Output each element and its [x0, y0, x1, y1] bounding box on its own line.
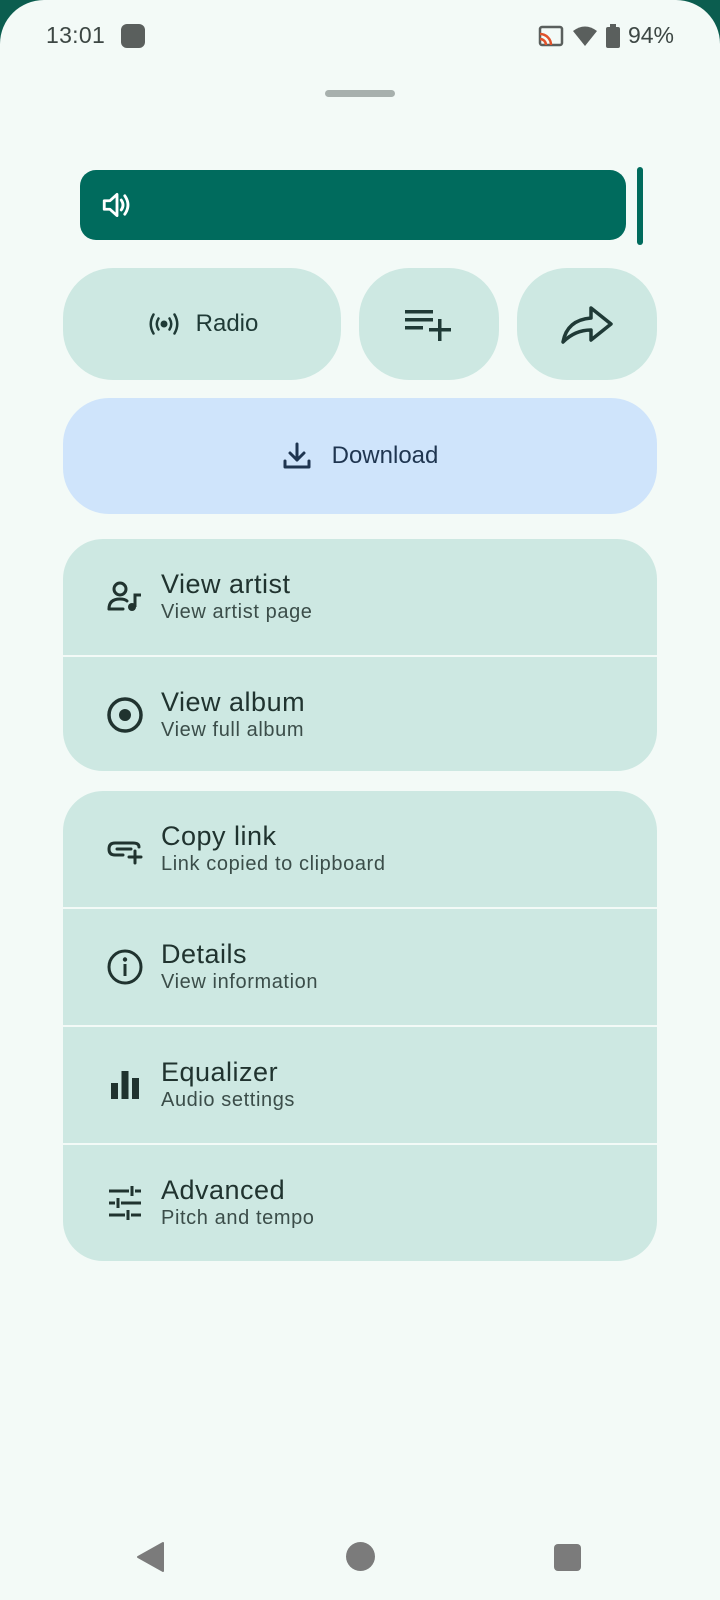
advanced-title: Advanced	[161, 1175, 286, 1205]
tune-icon	[109, 1186, 141, 1220]
radio-label: Radio	[195, 310, 259, 337]
equalizer-icon	[111, 1071, 139, 1099]
bottom-sheet: 13:01 94% Radio Download View artist Vie…	[0, 0, 720, 1600]
copy-link-subtitle: Link copied to clipboard	[161, 853, 386, 875]
status-bar: 13:01 94%	[0, 0, 720, 72]
download-label: Download	[331, 442, 439, 469]
artist-icon	[107, 581, 141, 611]
volume-slider[interactable]	[80, 170, 626, 240]
recents-icon[interactable]	[554, 1544, 581, 1571]
view-artist-title: View artist	[161, 569, 291, 599]
menu-item-view-artist[interactable]: View artist View artist page	[63, 539, 657, 655]
cast-icon	[538, 25, 564, 46]
battery-percent: 94%	[627, 22, 674, 48]
app-notification-icon	[121, 24, 145, 48]
volume-up-icon	[102, 192, 130, 218]
info-icon	[107, 949, 143, 985]
view-album-subtitle: View full album	[161, 719, 305, 741]
back-icon[interactable]	[136, 1541, 166, 1573]
menu-item-view-album[interactable]: View album View full album	[63, 655, 657, 771]
volume-slider-thumb[interactable]	[637, 167, 643, 245]
details-subtitle: View information	[161, 971, 319, 993]
download-icon	[283, 442, 311, 469]
home-icon[interactable]	[346, 1542, 375, 1571]
share-icon	[561, 306, 613, 344]
wifi-icon	[572, 26, 597, 46]
more-options-card: Copy link Link copied to clipboard Detai…	[63, 791, 657, 1261]
album-icon	[107, 697, 143, 733]
navigation-options-card: View artist View artist page View album …	[63, 539, 657, 771]
share-button[interactable]	[517, 268, 657, 380]
details-title: Details	[161, 939, 248, 969]
radio-broadcast-icon	[149, 313, 179, 335]
menu-item-details[interactable]: Details View information	[63, 907, 657, 1025]
playlist-add-icon	[405, 310, 451, 341]
sheet-drag-handle[interactable]	[325, 90, 395, 97]
view-album-title: View album	[161, 687, 306, 717]
equalizer-subtitle: Audio settings	[161, 1089, 296, 1111]
status-time: 13:01	[46, 22, 106, 48]
status-right-group: 94%	[538, 22, 674, 49]
menu-item-equalizer[interactable]: Equalizer Audio settings	[63, 1025, 657, 1143]
battery-icon	[605, 23, 620, 48]
menu-item-copy-link[interactable]: Copy link Link copied to clipboard	[63, 791, 657, 907]
advanced-subtitle: Pitch and tempo	[161, 1207, 315, 1229]
equalizer-title: Equalizer	[161, 1057, 279, 1087]
add-link-icon	[107, 841, 143, 865]
copy-link-title: Copy link	[161, 821, 277, 851]
add-to-queue-button[interactable]	[359, 268, 499, 380]
menu-item-advanced[interactable]: Advanced Pitch and tempo	[63, 1143, 657, 1261]
view-artist-subtitle: View artist page	[161, 601, 313, 623]
radio-button[interactable]: Radio	[63, 268, 341, 380]
download-button[interactable]: Download	[63, 398, 657, 514]
